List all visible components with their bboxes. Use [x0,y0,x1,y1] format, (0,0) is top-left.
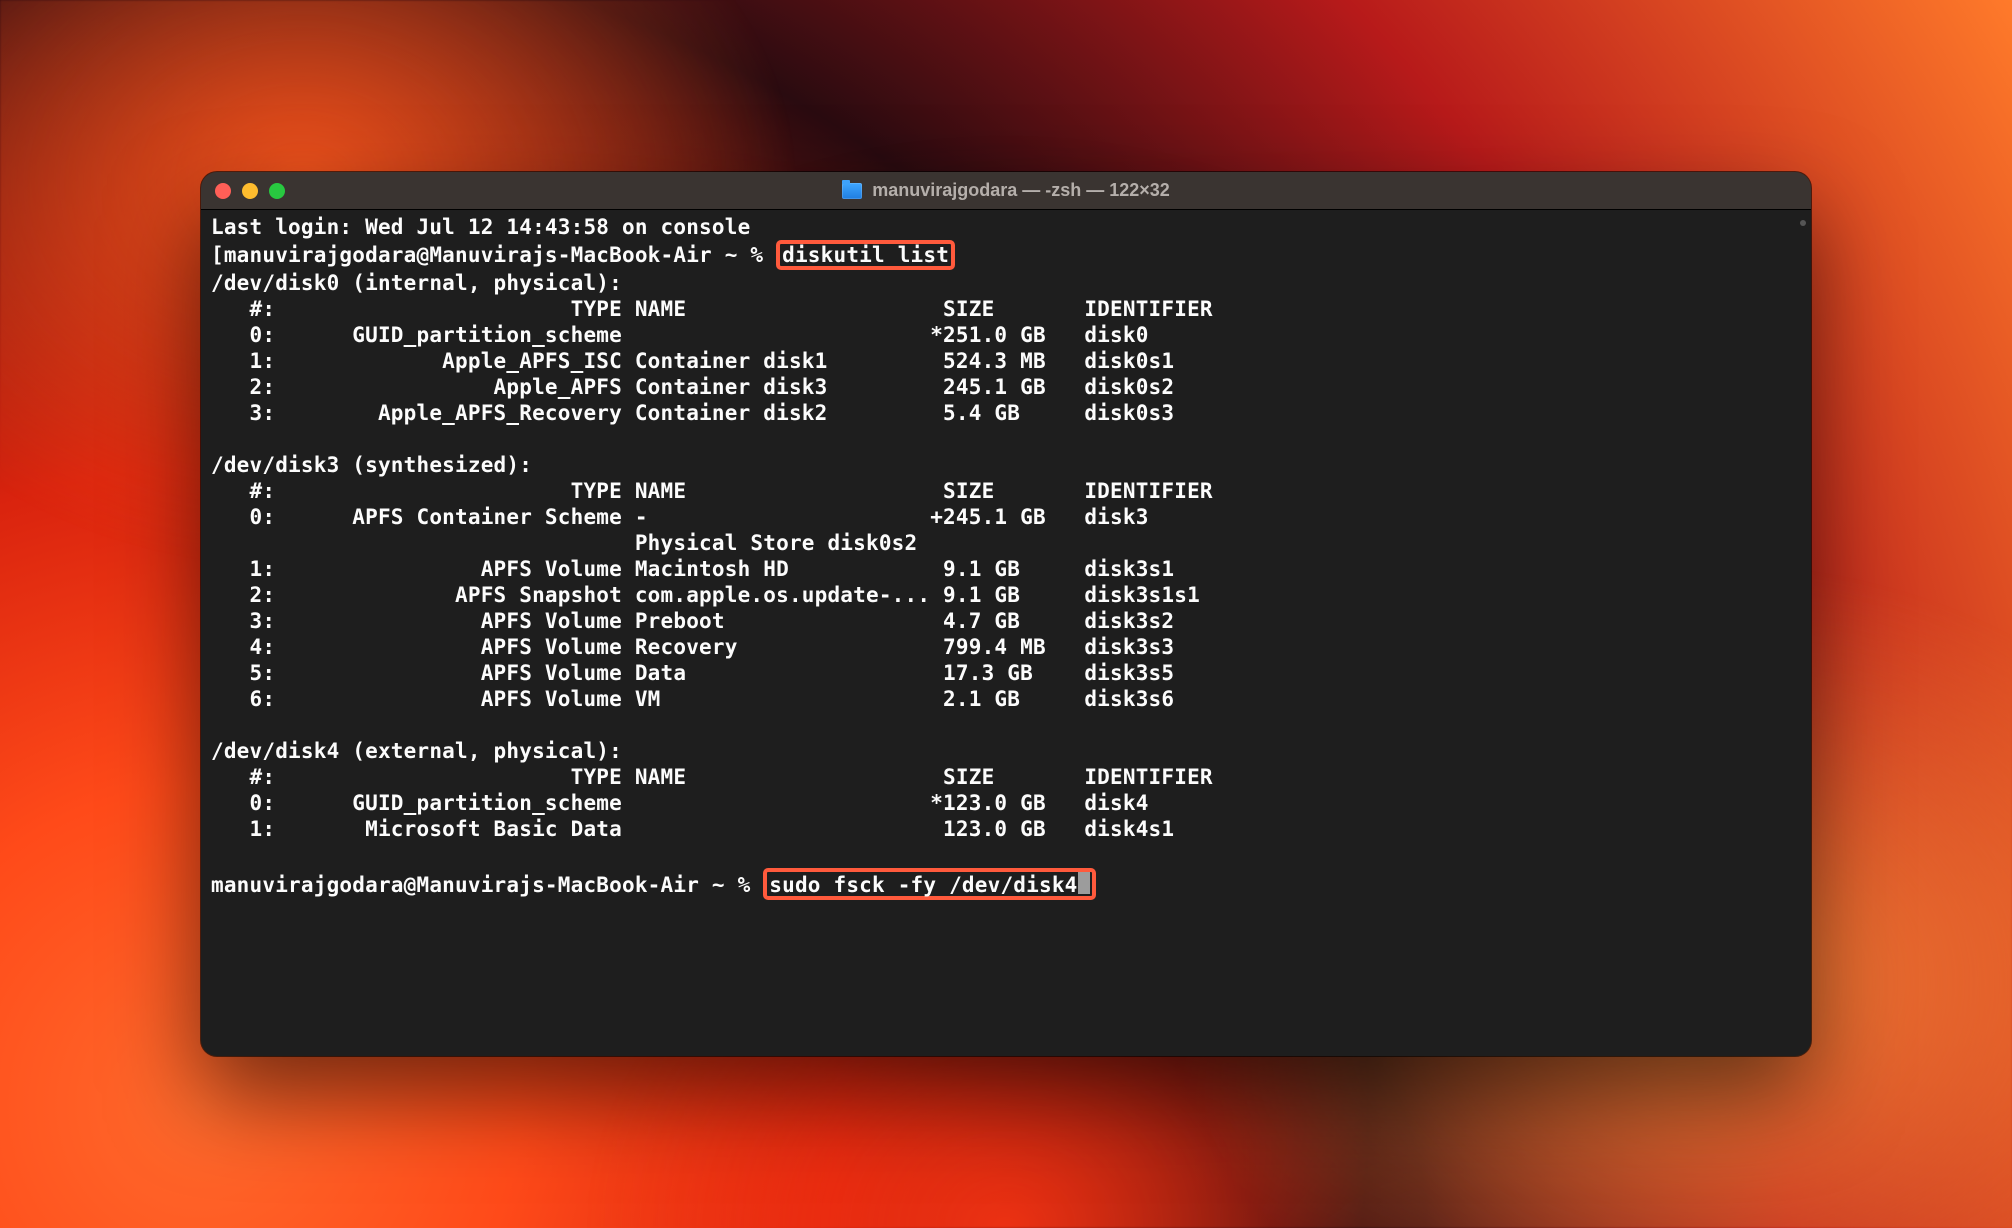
titlebar[interactable]: manuvirajgodara — -zsh — 122×32 [201,172,1811,210]
disk0-columns: #: TYPE NAME SIZE IDENTIFIER [211,297,1213,321]
table-row: 3: Apple_APFS_Recovery Container disk2 5… [211,401,1174,425]
table-row: 1: Apple_APFS_ISC Container disk1 524.3 … [211,349,1174,373]
table-row: 1: APFS Volume Macintosh HD 9.1 GB disk3… [211,557,1174,581]
minimize-button[interactable] [242,183,258,199]
table-row: 1: Microsoft Basic Data 123.0 GB disk4s1 [211,817,1174,841]
table-row: 0: GUID_partition_scheme *251.0 GB disk0 [211,323,1149,347]
disk3-header: /dev/disk3 (synthesized): [211,453,532,477]
close-button[interactable] [215,183,231,199]
table-row: 2: APFS Snapshot com.apple.os.update-...… [211,583,1200,607]
prompt-line-1: [manuvirajgodara@Manuvirajs-MacBook-Air … [211,243,955,267]
terminal-window: manuvirajgodara — -zsh — 122×32 Last log… [201,172,1811,1056]
highlighted-command-1: diskutil list [776,240,955,270]
table-row: 0: APFS Container Scheme - +245.1 GB dis… [211,505,1149,529]
scrollbar[interactable] [1799,214,1807,1052]
disk4-header: /dev/disk4 (external, physical): [211,739,622,763]
window-title: manuvirajgodara — -zsh — 122×32 [201,180,1811,201]
window-controls [215,183,285,199]
prompt-line-2[interactable]: manuvirajgodara@Manuvirajs-MacBook-Air ~… [211,873,1096,897]
terminal-viewport[interactable]: Last login: Wed Jul 12 14:43:58 on conso… [201,210,1811,1056]
table-row: 5: APFS Volume Data 17.3 GB disk3s5 [211,661,1174,685]
disk4-columns: #: TYPE NAME SIZE IDENTIFIER [211,765,1213,789]
highlighted-command-2: sudo fsck -fy /dev/disk4 [763,868,1095,900]
table-row: 2: Apple_APFS Container disk3 245.1 GB d… [211,375,1174,399]
zoom-button[interactable] [269,183,285,199]
window-title-text: manuvirajgodara — -zsh — 122×32 [872,180,1170,201]
table-row: 0: GUID_partition_scheme *123.0 GB disk4 [211,791,1149,815]
table-row: Physical Store disk0s2 [211,531,917,555]
disk3-columns: #: TYPE NAME SIZE IDENTIFIER [211,479,1213,503]
scrollbar-marker [1800,220,1806,226]
table-row: 6: APFS Volume VM 2.1 GB disk3s6 [211,687,1174,711]
disk0-header: /dev/disk0 (internal, physical): [211,271,622,295]
table-row: 4: APFS Volume Recovery 799.4 MB disk3s3 [211,635,1174,659]
table-row: 3: APFS Volume Preboot 4.7 GB disk3s2 [211,609,1174,633]
last-login-line: Last login: Wed Jul 12 14:43:58 on conso… [211,215,750,239]
folder-icon [842,183,862,199]
terminal-output[interactable]: Last login: Wed Jul 12 14:43:58 on conso… [211,214,1801,900]
text-cursor [1078,872,1090,894]
